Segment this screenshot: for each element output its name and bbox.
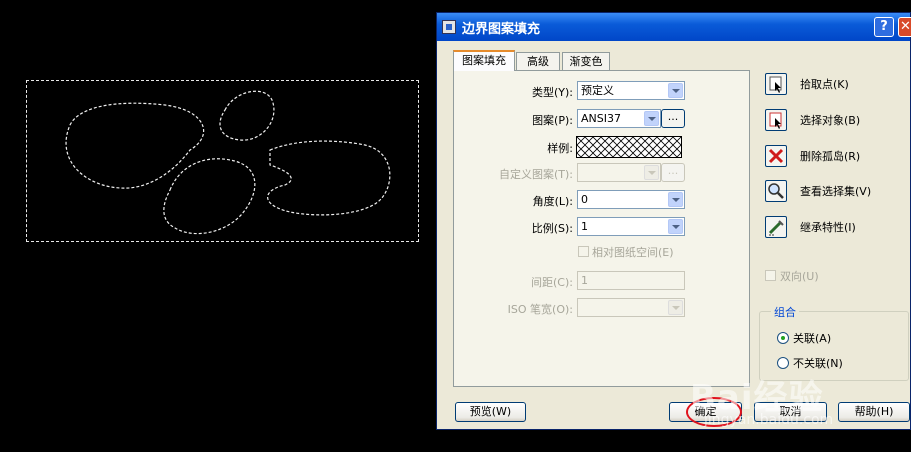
- remove-islands-label: 删除孤岛(R): [800, 150, 861, 163]
- associative-label: 关联(A): [793, 332, 832, 345]
- chevron-down-icon[interactable]: [668, 83, 683, 98]
- double-checkbox[interactable]: [765, 270, 776, 281]
- angle-value: 0: [581, 193, 588, 206]
- preview-button[interactable]: 预览(W): [455, 402, 526, 422]
- inherit-properties-label: 继承特性(I): [800, 221, 856, 234]
- chevron-down-icon[interactable]: [668, 300, 683, 315]
- dialog-title: 边界图案填充: [462, 22, 541, 37]
- spacing-input[interactable]: 1: [577, 271, 685, 290]
- double-label: 双向(U): [780, 270, 819, 283]
- boundary-shape-3: [163, 158, 256, 235]
- inherit-properties-icon: [768, 220, 784, 236]
- drawing-canvas[interactable]: [0, 0, 436, 452]
- custom-pattern-browse-button[interactable]: ...: [661, 163, 685, 182]
- pick-points-button[interactable]: [765, 73, 787, 95]
- boundary-shape-2: [219, 90, 275, 141]
- chevron-down-icon[interactable]: [644, 165, 659, 180]
- hatch-sample-swatch[interactable]: [576, 136, 682, 158]
- crosshatch-pattern: [577, 137, 681, 157]
- scale-select[interactable]: 1: [577, 217, 685, 236]
- boundary-shape-4: [267, 140, 391, 216]
- watermark-url: jingyan.baidu.com: [704, 412, 834, 428]
- scale-value: 1: [581, 220, 588, 233]
- type-value: 预定义: [581, 84, 614, 97]
- pick-points-icon: [769, 76, 782, 93]
- angle-select[interactable]: 0: [577, 190, 685, 209]
- iso-pen-label: ISO 笔宽(O):: [507, 303, 573, 316]
- pattern-label: 图案(P):: [532, 114, 573, 127]
- iso-pen-select[interactable]: [577, 298, 685, 317]
- type-label: 类型(Y):: [531, 86, 573, 99]
- spacing-label: 间距(C):: [531, 276, 573, 289]
- scale-label: 比例(S):: [531, 222, 573, 235]
- chevron-down-icon[interactable]: [644, 111, 659, 126]
- sample-label: 样例:: [547, 142, 573, 155]
- tab-hatch[interactable]: 图案填充: [453, 50, 515, 71]
- boundary-shape-1: [65, 102, 205, 189]
- tab-advanced[interactable]: 高级: [516, 52, 560, 71]
- view-selection-icon: [768, 183, 784, 199]
- remove-islands-button[interactable]: [765, 145, 787, 167]
- help-button[interactable]: 帮助(H): [838, 402, 910, 422]
- view-selection-button[interactable]: [765, 180, 787, 202]
- inherit-properties-button[interactable]: [765, 216, 787, 238]
- boundary-shapes: [65, 90, 391, 235]
- composition-title: 组合: [771, 304, 799, 320]
- boundary-hatch-dialog: 边界图案填充 ? ✕ 图案填充 高级 渐变色 类型(Y): 预定义 图案(P):…: [436, 12, 911, 430]
- view-selection-label: 查看选择集(V): [800, 185, 872, 198]
- remove-islands-icon: [768, 148, 784, 164]
- pick-points-label: 拾取点(K): [800, 78, 849, 91]
- pattern-select[interactable]: ANSI37: [577, 109, 661, 128]
- pattern-browse-button[interactable]: ...: [661, 109, 685, 128]
- custom-pattern-select[interactable]: [577, 163, 661, 182]
- nonassociative-radio[interactable]: [777, 357, 789, 369]
- relative-paper-label: 相对图纸空间(E): [592, 246, 674, 259]
- tab-gradient[interactable]: 渐变色: [562, 52, 610, 71]
- app-icon: [442, 20, 456, 34]
- nonassociative-label: 不关联(N): [793, 357, 843, 370]
- type-select[interactable]: 预定义: [577, 81, 685, 100]
- relative-paper-checkbox[interactable]: [578, 246, 589, 257]
- select-objects-icon: [769, 112, 782, 129]
- close-icon[interactable]: ✕: [898, 17, 911, 37]
- select-objects-button[interactable]: [765, 109, 787, 131]
- associative-radio[interactable]: [777, 332, 789, 344]
- chevron-down-icon[interactable]: [668, 192, 683, 207]
- custom-pattern-label: 自定义图案(T):: [498, 168, 573, 181]
- chevron-down-icon[interactable]: [668, 219, 683, 234]
- pattern-value: ANSI37: [581, 112, 621, 125]
- angle-label: 角度(L):: [532, 195, 573, 208]
- title-bar[interactable]: 边界图案填充 ? ✕: [437, 13, 911, 41]
- help-icon[interactable]: ?: [874, 17, 894, 37]
- select-objects-label: 选择对象(B): [800, 114, 861, 127]
